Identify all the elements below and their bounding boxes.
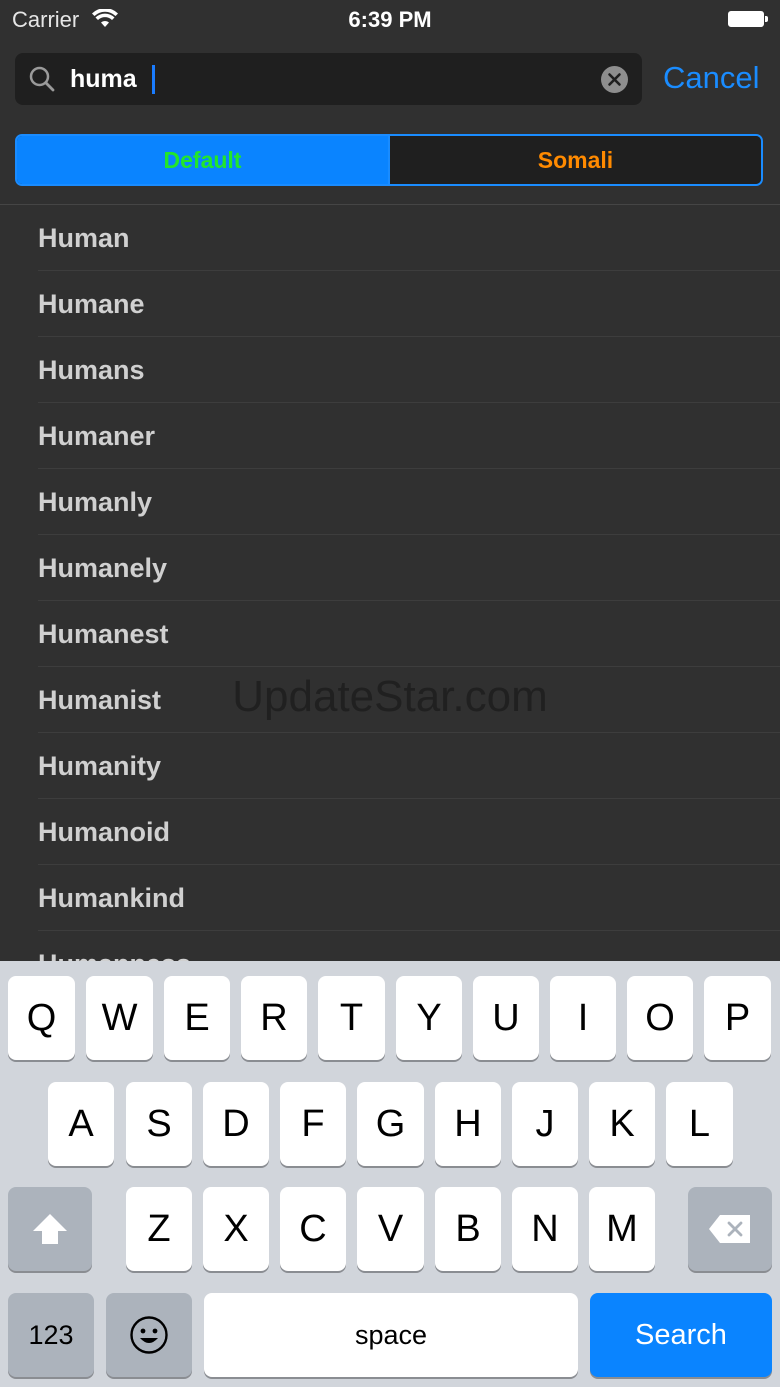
result-label: Human	[38, 222, 130, 253]
segment-default[interactable]: Default	[17, 136, 390, 184]
result-label: Humanely	[38, 552, 168, 583]
result-item[interactable]: Humanoid	[0, 799, 780, 865]
battery-icon	[728, 11, 768, 27]
status-bar: Carrier 6:39 PM	[0, 0, 780, 40]
key-r[interactable]: R	[241, 976, 307, 1060]
emoji-key[interactable]	[106, 1293, 192, 1377]
keyboard: Q W E R T Y U I O P A S D F G H J K L Z …	[0, 961, 780, 1387]
key-z[interactable]: Z	[126, 1187, 192, 1271]
status-time: 6:39 PM	[348, 7, 432, 32]
key-h[interactable]: H	[435, 1082, 501, 1166]
backspace-key[interactable]	[688, 1187, 772, 1271]
key-w[interactable]: W	[86, 976, 153, 1060]
key-y[interactable]: Y	[396, 976, 462, 1060]
result-item[interactable]: Humans	[0, 337, 780, 403]
shift-key[interactable]	[8, 1187, 92, 1271]
result-item[interactable]: Humanest	[0, 601, 780, 667]
result-item[interactable]: Humaner	[0, 403, 780, 469]
key-u[interactable]: U	[473, 976, 539, 1060]
search-input[interactable]	[70, 53, 590, 105]
key-t[interactable]: T	[318, 976, 385, 1060]
backspace-icon	[709, 1215, 750, 1243]
result-label: Humans	[38, 354, 145, 385]
key-n[interactable]: N	[512, 1187, 578, 1271]
key-j[interactable]: J	[512, 1082, 578, 1166]
result-label: Humanly	[38, 486, 153, 517]
result-item[interactable]: Humanely	[0, 535, 780, 601]
result-item[interactable]: Human	[0, 205, 780, 271]
result-label: Humanoid	[38, 816, 170, 847]
key-o[interactable]: O	[627, 976, 693, 1060]
watermark: UpdateStar.com	[232, 672, 548, 721]
emoji-icon	[130, 1316, 168, 1354]
key-b[interactable]: B	[435, 1187, 501, 1271]
result-label: Humanity	[38, 750, 162, 781]
key-a[interactable]: A	[48, 1082, 114, 1166]
result-label: Humane	[38, 288, 145, 319]
text-cursor	[152, 65, 155, 94]
key-e[interactable]: E	[164, 976, 230, 1060]
result-item[interactable]: Humane	[0, 271, 780, 337]
result-item[interactable]: Humankind	[0, 865, 780, 931]
key-p[interactable]: P	[704, 976, 771, 1060]
result-label: Humanness	[38, 949, 191, 962]
language-segmented-control: Default Somali	[15, 134, 763, 186]
result-label: Humaner	[38, 420, 156, 451]
result-item[interactable]: Humanness	[0, 931, 780, 962]
cancel-button[interactable]: Cancel	[663, 56, 760, 100]
search-icon	[29, 66, 55, 92]
result-item[interactable]: Humanly	[0, 469, 780, 535]
shift-icon	[33, 1214, 67, 1244]
result-item[interactable]: Humanity	[0, 733, 780, 799]
key-m[interactable]: M	[589, 1187, 655, 1271]
clear-icon[interactable]	[601, 66, 628, 93]
result-list[interactable]: Human Humane Humans Humaner Humanly Huma…	[0, 205, 780, 961]
key-k[interactable]: K	[589, 1082, 655, 1166]
search-key[interactable]: Search	[590, 1293, 772, 1377]
result-label: Humankind	[38, 882, 186, 913]
key-l[interactable]: L	[666, 1082, 733, 1166]
key-x[interactable]: X	[203, 1187, 269, 1271]
key-i[interactable]: I	[550, 976, 616, 1060]
key-v[interactable]: V	[357, 1187, 424, 1271]
result-label: Humanest	[38, 618, 169, 649]
segment-somali[interactable]: Somali	[390, 136, 761, 184]
numbers-key[interactable]: 123	[8, 1293, 94, 1377]
key-c[interactable]: C	[280, 1187, 346, 1271]
key-q[interactable]: Q	[8, 976, 75, 1060]
key-g[interactable]: G	[357, 1082, 424, 1166]
key-d[interactable]: D	[203, 1082, 269, 1166]
key-s[interactable]: S	[126, 1082, 192, 1166]
key-f[interactable]: F	[280, 1082, 346, 1166]
space-key[interactable]: space	[204, 1293, 578, 1377]
search-field[interactable]	[15, 53, 642, 105]
